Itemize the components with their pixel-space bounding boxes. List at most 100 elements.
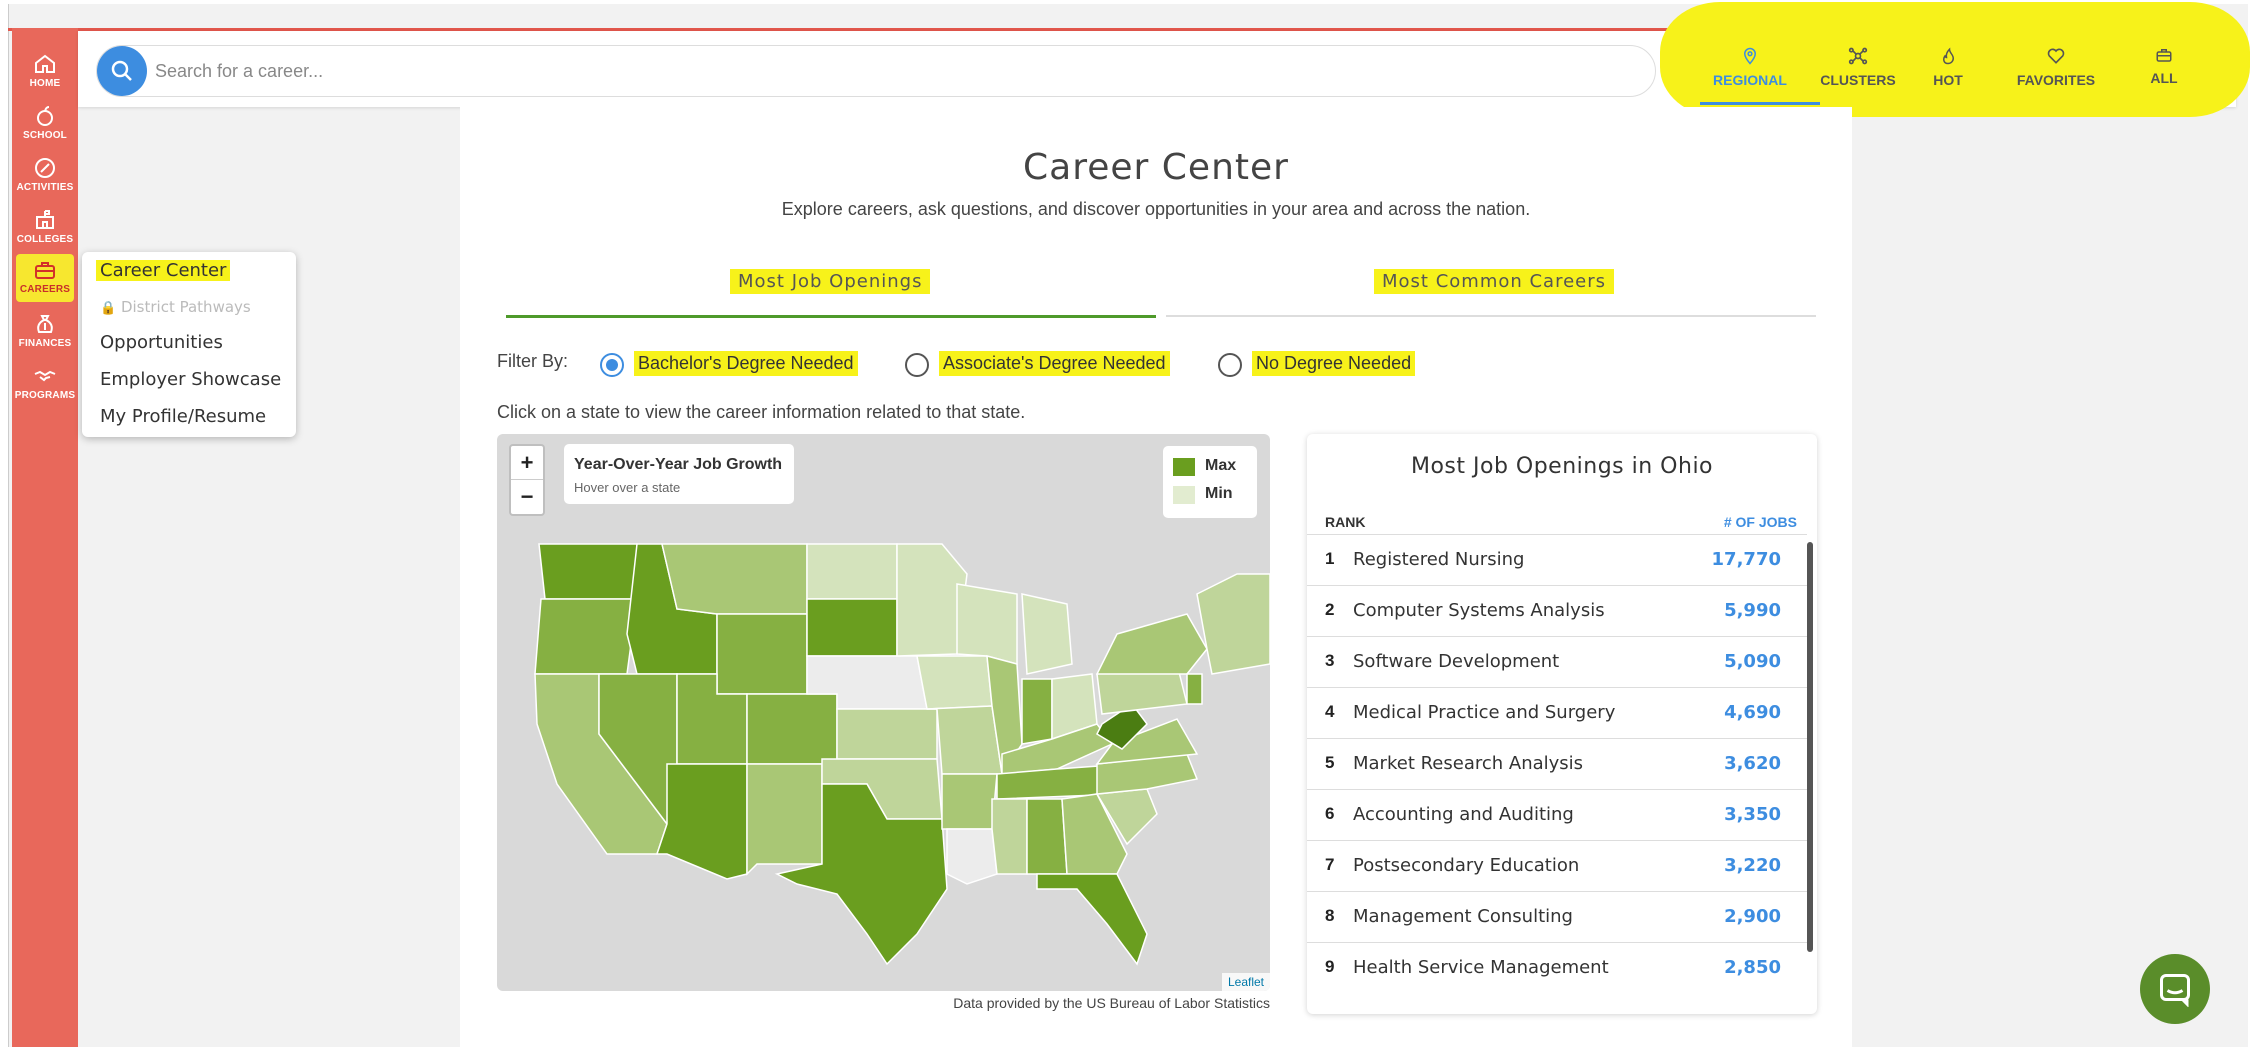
state-new-york (1095, 613, 1208, 675)
career-name: Market Research Analysis (1353, 753, 1584, 774)
rank-number: 1 (1325, 549, 1335, 568)
state-south-dakota (806, 598, 898, 657)
careers-menu: Career Center 🔒 District Pathways Opport… (82, 252, 296, 437)
sidebar-item-careers[interactable]: CAREERS (16, 254, 74, 302)
leaflet-attribution-link[interactable]: Leaflet (1221, 973, 1270, 991)
state-arizona (655, 763, 748, 880)
state-oregon (534, 598, 638, 675)
menu-employer-showcase[interactable]: Employer Showcase (100, 369, 281, 390)
sidebar-item-school[interactable]: SCHOOL (12, 100, 78, 148)
state-new-england (1196, 573, 1270, 675)
nav-label: FAVORITES (2016, 72, 2096, 88)
table-row[interactable]: 8 Management Consulting 2,900 (1307, 891, 1807, 942)
job-count: 2,850 (1724, 957, 1781, 978)
rank-column-header: RANK (1325, 514, 1366, 530)
legend-max: Max (1173, 456, 1247, 484)
table-row[interactable]: 9 Health Service Management 2,850 (1307, 942, 1807, 993)
ranking-scrollbar[interactable] (1807, 542, 1813, 952)
nav-regional[interactable]: REGIONAL (1700, 46, 1800, 88)
map-instruction: Click on a state to view the career info… (497, 402, 1026, 422)
radio-label: Bachelor's Degree Needed (634, 351, 858, 376)
table-row[interactable]: 2 Computer Systems Analysis 5,990 (1307, 585, 1807, 636)
sidebar-item-home[interactable]: HOME (12, 48, 78, 96)
state-louisiana (946, 828, 998, 885)
career-name: Computer Systems Analysis (1353, 600, 1605, 621)
state-michigan (1021, 593, 1073, 675)
job-count: 3,350 (1724, 804, 1781, 825)
nav-hot[interactable]: HOT (1898, 46, 1998, 88)
career-name: Registered Nursing (1353, 549, 1525, 570)
tab-most-job-openings[interactable]: Most Job Openings (730, 269, 931, 294)
nav-all[interactable]: ALL (2114, 46, 2214, 86)
zoom-in-button[interactable]: + (511, 446, 543, 480)
rank-number: 6 (1325, 804, 1335, 823)
state-colorado (746, 693, 838, 765)
nav-favorites[interactable]: FAVORITES (2006, 46, 2106, 88)
briefcase-icon (2156, 49, 2172, 62)
rank-number: 3 (1325, 651, 1335, 670)
flame-icon (1943, 47, 1955, 65)
handshake-icon (34, 370, 56, 382)
sidebar-item-label: COLLEGES (16, 234, 74, 245)
menu-career-center[interactable]: Career Center (96, 260, 231, 281)
us-map[interactable]: + − Year-Over-Year Job Growth Hover over… (497, 434, 1270, 991)
job-count: 17,770 (1711, 549, 1781, 570)
table-row[interactable]: 1 Registered Nursing 17,770 (1307, 534, 1807, 585)
rank-number: 7 (1325, 855, 1335, 874)
state-wyoming (716, 613, 808, 695)
menu-my-profile-resume[interactable]: My Profile/Resume (100, 406, 266, 427)
state-new-jersey (1186, 673, 1203, 705)
table-row[interactable]: 5 Market Research Analysis 3,620 (1307, 738, 1807, 789)
tab-most-common-careers[interactable]: Most Common Careers (1374, 269, 1615, 294)
building-icon (36, 210, 54, 229)
menu-opportunities[interactable]: Opportunities (100, 332, 223, 353)
job-count: 3,220 (1724, 855, 1781, 876)
map-info-box: Year-Over-Year Job Growth Hover over a s… (564, 444, 794, 504)
career-name: Management Consulting (1353, 906, 1573, 927)
sidebar-item-label: PROGRAMS (14, 390, 76, 401)
legend-label: Min (1205, 485, 1233, 502)
us-states-map[interactable] (497, 434, 1270, 991)
sidebar-item-activities[interactable]: ACTIVITIES (12, 152, 78, 200)
sidebar-item-label: ACTIVITIES (16, 182, 74, 193)
sidebar-item-finances[interactable]: FINANCES (12, 308, 78, 356)
zoom-out-button[interactable]: − (511, 480, 543, 514)
state-washington (538, 543, 638, 600)
rank-number: 8 (1325, 906, 1335, 925)
radio-dot[interactable] (905, 353, 929, 377)
legend-min: Min (1173, 484, 1247, 512)
search-input[interactable] (155, 58, 1605, 84)
filter-label: Filter By: (497, 351, 569, 371)
network-icon (1848, 47, 1868, 65)
legend-label: Max (1205, 457, 1237, 474)
map-info-hint: Hover over a state (574, 480, 681, 495)
state-mississippi (991, 798, 1028, 875)
sidebar-item-label: FINANCES (18, 338, 72, 349)
table-row[interactable]: 7 Postsecondary Education 3,220 (1307, 840, 1807, 891)
search-button[interactable] (97, 46, 147, 96)
chat-button[interactable] (2140, 954, 2210, 1024)
radio-dot[interactable] (600, 353, 624, 377)
sidebar-item-colleges[interactable]: COLLEGES (12, 204, 78, 252)
nav-label: ALL (2150, 70, 2178, 86)
nav-active-underline (1700, 102, 1820, 105)
state-north-dakota (806, 543, 898, 600)
job-count: 5,090 (1724, 651, 1781, 672)
table-row[interactable]: 3 Software Development 5,090 (1307, 636, 1807, 687)
nav-clusters[interactable]: CLUSTERS (1808, 46, 1908, 88)
career-name: Medical Practice and Surgery (1353, 702, 1616, 723)
legend-swatch (1173, 486, 1195, 504)
main-card: Career Center Explore careers, ask quest… (460, 107, 1852, 1047)
apple-icon (37, 106, 53, 126)
menu-district-pathways: 🔒 District Pathways (100, 298, 251, 316)
state-alabama (1026, 798, 1068, 875)
table-row[interactable]: 4 Medical Practice and Surgery 4,690 (1307, 687, 1807, 738)
money-bag-icon (37, 315, 53, 333)
radio-dot[interactable] (1218, 353, 1242, 377)
map-pin-icon (1743, 47, 1757, 65)
state-iowa (916, 655, 993, 710)
sidebar-item-programs[interactable]: PROGRAMS (12, 360, 78, 408)
state-new-mexico (746, 763, 823, 876)
nav-label: HOT (1933, 72, 1963, 88)
table-row[interactable]: 6 Accounting and Auditing 3,350 (1307, 789, 1807, 840)
